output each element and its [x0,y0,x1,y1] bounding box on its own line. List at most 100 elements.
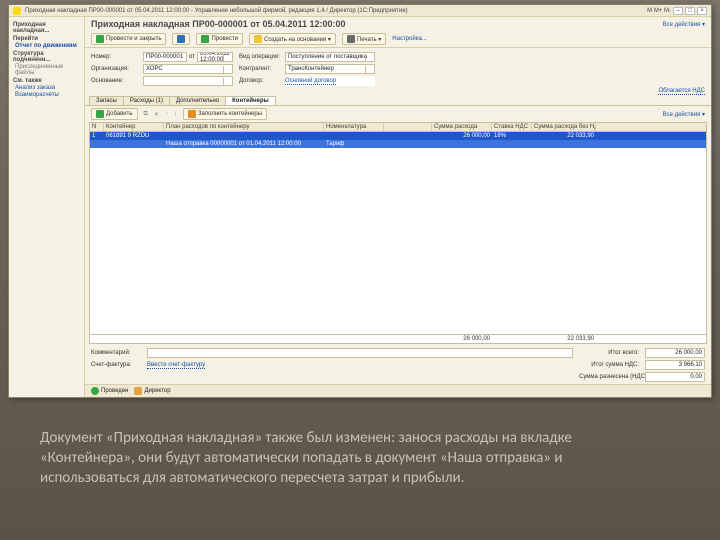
document-toolbar: Провести и закрыть Провести Создать на о… [85,31,711,48]
col-n[interactable]: N [90,123,104,131]
post-and-close-button[interactable]: Провести и закрыть [91,33,166,45]
slide-caption: Документ «Приходная накладная» также был… [40,428,660,488]
delete-row-button[interactable]: ✕ [154,111,159,118]
val-allocated: 0,00 [645,372,705,382]
nav-link-attached-files[interactable]: Присоединенные файлы [13,64,80,76]
grid-body: 1 061891 9 RZDU 26 000,00 18% 22 033,90 … [90,132,706,233]
post-icon [201,35,209,43]
total-vat-value: 3 966,10 [679,362,702,368]
fill-containers-button[interactable]: Заполнить контейнеры [183,108,267,120]
copy-row-button[interactable]: ⧉ [144,111,148,118]
fill-icon [188,110,196,118]
tab-containers[interactable]: Контейнеры [225,96,276,105]
move-up-button[interactable]: ↑ [165,111,168,117]
cell-nomen [324,132,384,140]
print-button[interactable]: Печать ▾ [342,33,386,45]
settings-link[interactable]: Настройка... [392,36,427,42]
add-row-label: Добавить [106,111,133,117]
lbl-op-type: Вид операции: [239,54,279,60]
org-field[interactable]: ХОРС [143,64,233,74]
print-icon [347,35,355,43]
grid-header-row: N Контейнер План расходов по контейнеру … [90,123,706,132]
create-based-button[interactable]: Создать на основании ▾ [249,33,336,45]
col-vatrate[interactable]: Ставка НДС [492,123,532,131]
number-value: ПР00-000001 [146,54,183,60]
move-down-button[interactable]: ↓ [174,111,177,117]
grid-all-actions-dropdown[interactable]: Все действия ▾ [663,111,705,118]
cell-container: 061891 9 RZDU [104,132,164,140]
plus-icon [96,110,104,118]
tab-expenses[interactable]: Расходы (1) [123,96,170,105]
containers-grid: N Контейнер План расходов по контейнеру … [89,122,707,344]
tab-stock[interactable]: Запасы [89,96,124,105]
col-plan[interactable]: План расходов по контейнеру [164,123,324,131]
cell-plan [164,132,324,140]
cell-blank [384,132,432,140]
lbl-date-prefix: от [189,54,195,60]
org-value: ХОРС [146,66,163,72]
app-window: Приходная накладная ПР00-000001 от 05.04… [8,4,712,398]
date-value: 05.04.2011 12:00:00 [200,52,230,62]
contract-field[interactable]: Основной договор [285,76,375,86]
grid-row-1-detail[interactable]: Наша отправка 00000001 от 01.04.2011 12:… [90,140,706,148]
totals-sum: 26 000,00 [432,335,492,343]
win-mplus-label[interactable]: M+ [654,8,663,14]
lbl-basis: Основание: [91,78,137,84]
win-m-label[interactable]: M [647,8,652,14]
lbl-number: Номер: [91,54,137,60]
cell-detail-nomen: Тариф [324,140,384,148]
all-actions-dropdown[interactable]: Все действия ▾ [663,21,705,28]
col-sumnett[interactable]: Сумма расхода без НДС [532,123,596,131]
contragent-field[interactable]: ТрансКонтейнер [285,64,375,74]
nav-link-order-analysis[interactable]: Анализ заказа [13,85,80,91]
op-type-value: Поступление от поставщика [288,54,367,60]
post-button[interactable]: Провести [196,33,243,45]
comment-field[interactable] [147,348,573,358]
enter-sf-link[interactable]: Ввести счет-фактуру [147,362,205,369]
tab-strip: Запасы Расходы (1) Дополнительно Контейн… [85,96,711,106]
lbl-org: Организация: [91,66,137,72]
cell-n: 1 [90,132,104,140]
window-close-button[interactable]: × [697,7,707,15]
post-close-label: Провести и закрыть [106,36,161,42]
contragent-value: ТрансКонтейнер [288,66,334,72]
add-row-button[interactable]: Добавить [91,108,138,120]
vat-link[interactable]: Облагается НДС [658,88,705,95]
breadcrumb: Приходная накладная... [13,22,80,34]
col-blank[interactable] [384,123,432,131]
tab-extra[interactable]: Дополнительно [169,96,226,105]
col-sum[interactable]: Сумма расхода [432,123,492,131]
status-posted: Проведен [91,387,128,395]
window-minimize-button[interactable]: – [673,7,683,15]
nav-sidebar: Приходная накладная... Перейти Отчет по … [9,17,85,397]
posted-label: Проведен [101,388,128,394]
document-title: Приходная накладная ПР00-000001 от 05.04… [91,19,346,29]
window-titlebar: Приходная накладная ПР00-000001 от 05.04… [9,5,711,17]
nav-link-movements-report[interactable]: Отчет по движениям [13,43,80,49]
date-field[interactable]: 05.04.2011 12:00:00 [197,52,233,62]
lbl-contragent: Контрагент: [239,66,279,72]
main-area: Приходная накладная ПР00-000001 от 05.04… [85,17,711,397]
totals-nett: 22 033,90 [532,335,596,343]
win-mminus-label[interactable]: M- [664,8,671,14]
user-label: Директор [144,388,170,394]
post-label: Провести [211,36,238,42]
op-type-field[interactable]: Поступление от поставщика [285,52,375,62]
window-maximize-button[interactable]: □ [685,7,695,15]
number-field[interactable]: ПР00-000001 [143,52,187,62]
save-icon [177,35,185,43]
lbl-total-vat: Итог сумма НДС: [579,362,639,368]
basis-field[interactable] [143,76,233,86]
nav-link-settlements[interactable]: Взаиморасчеты [13,92,80,98]
cell-vat: 18% [492,132,532,140]
grid-row-1[interactable]: 1 061891 9 RZDU 26 000,00 18% 22 033,90 [90,132,706,140]
col-nomen[interactable]: Номенклатура [324,123,384,131]
posted-icon [91,387,99,395]
grid-empty-area [90,233,706,334]
col-container[interactable]: Контейнер [104,123,164,131]
window-title: Приходная накладная ПР00-000001 от 05.04… [25,8,408,14]
lbl-contract: Договор: [239,78,279,84]
lbl-allocated: Сумма разнесена (НДС): [579,374,639,380]
val-total-vat: 3 966,10 [645,360,705,370]
save-button[interactable] [172,33,190,45]
